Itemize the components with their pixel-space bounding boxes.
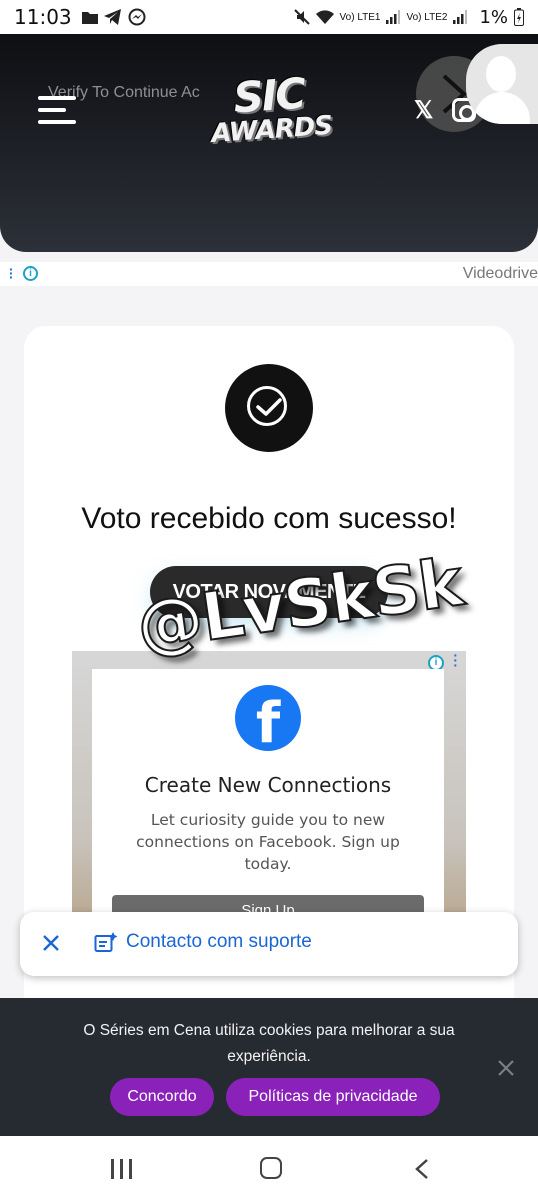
menu-line — [38, 120, 76, 124]
telegram-icon — [103, 9, 121, 25]
wifi-icon — [315, 10, 334, 24]
network-label-1: Vo) LTE1 — [339, 11, 381, 23]
status-right-icons: Vo) LTE1 Vo) LTE2 1% — [293, 6, 524, 28]
back-icon[interactable] — [414, 1158, 430, 1180]
ad-title: Create New Connections — [144, 773, 392, 797]
signal-icon — [453, 10, 468, 24]
ad-description: Let curiosity guide you to new connectio… — [136, 811, 400, 873]
ad-options-icon[interactable]: · · · — [9, 262, 14, 284]
logo-line-2: AWARDS — [210, 110, 333, 150]
battery-percent: 1% — [479, 6, 508, 28]
signal-icon — [386, 10, 401, 24]
avatar-head — [486, 56, 516, 92]
close-icon[interactable] — [496, 1058, 516, 1078]
battery-charging-icon — [514, 8, 524, 26]
vote-again-button[interactable]: VOTAR NOVAMENTE — [150, 566, 388, 618]
support-chat-icon — [94, 932, 118, 952]
facebook-ad[interactable]: i · · · f Create New Connections Let curio… — [72, 651, 466, 921]
ad-provider-label: Videodrive — [462, 265, 538, 282]
status-time: 11:03 — [14, 5, 72, 29]
menu-line — [38, 96, 76, 100]
menu-line — [38, 108, 66, 112]
recent-apps-icon[interactable] — [111, 1159, 133, 1179]
agree-button[interactable]: Concordo — [110, 1078, 214, 1116]
home-icon[interactable] — [260, 1157, 282, 1179]
status-bar: 11:03 Vo) LTE1 Vo) LTE2 1% — [0, 0, 538, 34]
folder-icon — [81, 12, 98, 24]
system-nav-bar — [0, 1136, 538, 1199]
ad-info-icon[interactable]: i — [23, 266, 38, 281]
avatar[interactable] — [466, 44, 538, 124]
hamburger-menu-button[interactable] — [38, 96, 76, 124]
ad-strip: · · · i Videodrive — [0, 262, 538, 286]
site-header: Verify To Continue Ac SIC AWARDS 𝕏 — [0, 34, 538, 252]
privacy-policy-button[interactable]: Políticas de privacidade — [226, 1078, 440, 1116]
success-title: Voto recebido com sucesso! — [81, 502, 457, 535]
mute-icon — [293, 9, 310, 25]
support-bar: Contacto com suporte — [20, 912, 518, 976]
status-left-icons — [81, 8, 146, 26]
cookie-banner: O Séries em Cena utiliza cookies para me… — [0, 998, 538, 1136]
facebook-logo-icon: f — [235, 685, 301, 751]
x-social-icon[interactable]: 𝕏 — [414, 96, 440, 124]
support-link[interactable]: Contacto com suporte — [126, 931, 312, 953]
avatar-body — [474, 92, 530, 124]
site-logo[interactable]: SIC AWARDS — [207, 69, 333, 156]
ad-options-icon[interactable]: · · · — [453, 651, 458, 672]
messenger-icon — [128, 8, 146, 26]
network-label-2: Vo) LTE2 — [406, 11, 448, 23]
close-icon[interactable] — [40, 932, 62, 954]
ad-content: f Create New Connections Let curiosity g… — [92, 669, 444, 921]
cookie-text: O Séries em Cena utiliza cookies para me… — [83, 1022, 455, 1065]
check-circle-icon — [225, 364, 313, 452]
